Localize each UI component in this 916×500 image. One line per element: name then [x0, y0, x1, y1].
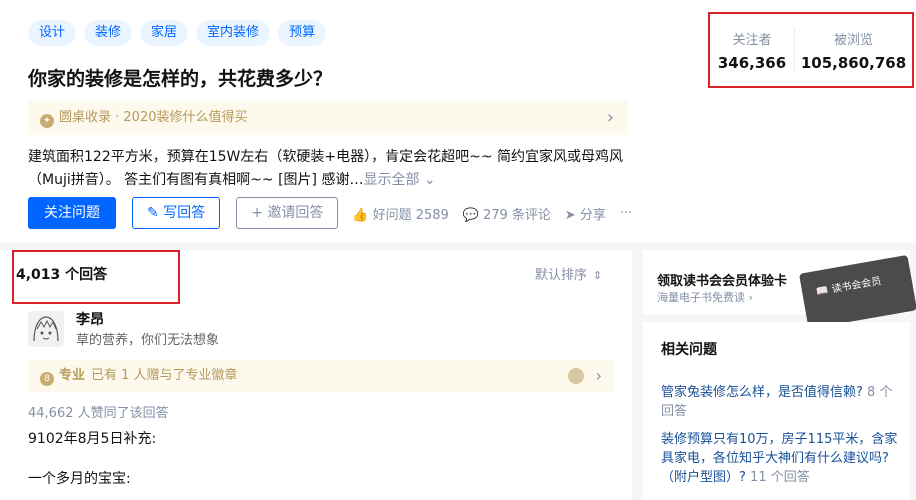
question-detail-text: 建筑面积122平方米，预算在15W左右（软硬装+电器），肯定会花超吧~~ 简约宜…: [28, 149, 624, 188]
followers-stat: 关注者 346,366: [710, 14, 794, 86]
answer-count: 4,013 个回答: [16, 267, 108, 283]
show-all-link[interactable]: 显示全部 ⌄: [363, 172, 435, 188]
answer-text: 一个多月的宝宝:: [28, 471, 131, 487]
related-questions: 相关问题 管家兔装修怎么样，是否值得信赖? 8 个回答 装修预算只有10万，房子…: [643, 322, 910, 500]
related-title: 相关问题: [661, 342, 717, 358]
related-item[interactable]: 装修预算只有10万，房子115平米，含家具家电，各位知乎大神们有什么建议吗?（附…: [661, 430, 901, 487]
card-title: 领取读书会会员体验卡: [657, 274, 788, 289]
author-name[interactable]: 李昂: [76, 309, 104, 329]
comment-icon: 💬: [462, 207, 479, 223]
roundtable-icon: ✦: [40, 114, 54, 128]
question-stats: 关注者 346,366 被浏览 105,860,768: [708, 12, 914, 88]
followers-count: 346,366: [717, 53, 787, 72]
good-question-button[interactable]: 👍 好问题 2589: [352, 204, 448, 223]
answer-text: 9102年8月5日补充:: [28, 431, 157, 447]
follow-question-button[interactable]: 关注问题: [28, 197, 116, 229]
comments-button[interactable]: 💬 279 条评论: [463, 204, 551, 223]
card-subtitle[interactable]: 海量电子书免费读 ›: [657, 289, 753, 305]
topic-tag[interactable]: 室内装修: [196, 20, 271, 46]
thumbs-up-icon: 👍: [352, 207, 369, 223]
topic-tags: 设计 装修 家居 室内装修 预算: [28, 20, 327, 46]
sort-dropdown[interactable]: 默认排序 ⇕: [535, 264, 602, 283]
question-header: 设计 装修 家居 室内装修 预算 你家的装修是怎样的，共花费多少？ ✦ 圆桌收录 …: [0, 0, 916, 242]
chevron-right-icon: ›: [606, 107, 614, 128]
related-item[interactable]: 管家兔装修怎么样，是否值得信赖? 8 个回答: [661, 383, 901, 421]
pencil-icon: ✎: [147, 205, 164, 221]
roundtable-label: 圆桌收录 · 2020装修什么值得买: [59, 110, 248, 125]
badge-title: 专业: [59, 368, 86, 383]
related-answer-count: 11 个回答: [750, 470, 810, 485]
related-list: 管家兔装修怎么样，是否值得信赖? 8 个回答 装修预算只有10万，房子115平米…: [661, 383, 901, 496]
share-button[interactable]: ➤ 分享: [565, 204, 606, 223]
chevron-right-icon: ›: [595, 366, 602, 385]
views-stat: 被浏览 105,860,768: [795, 14, 912, 86]
membership-card-image: 📖 读书会会员: [798, 254, 916, 330]
topic-tag[interactable]: 家居: [140, 20, 189, 46]
topic-tag[interactable]: 装修: [84, 20, 133, 46]
badge-bar[interactable]: 8 专业 已有 1 人赠与了专业徽章 ›: [28, 360, 614, 392]
add-person-icon: +: [251, 205, 268, 221]
invite-answer-button[interactable]: + 邀请回答: [236, 197, 339, 229]
topic-tag[interactable]: 预算: [278, 20, 327, 46]
upvote-count: 44,662 人赞同了该回答: [28, 406, 169, 421]
followers-label: 关注者: [732, 32, 772, 48]
badge-text: 已有 1 人赠与了专业徽章: [91, 368, 238, 383]
share-icon: ➤: [564, 207, 576, 223]
avatar[interactable]: [28, 311, 64, 347]
author-bio: 草的营养，你们无法想象: [76, 333, 220, 348]
related-question[interactable]: 管家兔装修怎么样，是否值得信赖?: [661, 385, 863, 400]
reading-club-card[interactable]: 领取读书会会员体验卡 海量电子书免费读 › 📖 读书会会员: [643, 250, 916, 330]
question-actions: 关注问题 ✎ 写回答 + 邀请回答 👍 好问题 2589 💬 279 条评论 ➤ 分享…: [28, 197, 632, 229]
question-detail: 建筑面积122平方米，预算在15W左右（软硬装+电器），肯定会花超吧~~ 简约宜…: [28, 146, 628, 192]
answer-list: 4,013 个回答 默认排序 ⇕ 李昂 草的营养，你们无法想象 8 专业 已有 1 人…: [0, 250, 632, 500]
topic-tag[interactable]: 设计: [28, 20, 77, 46]
write-answer-button[interactable]: ✎ 写回答: [132, 197, 221, 229]
sort-toggle-icon: ⇕: [593, 269, 603, 282]
views-label: 被浏览: [833, 32, 873, 48]
views-count: 105,860,768: [800, 53, 907, 72]
book-icon: 📖: [815, 284, 833, 299]
badge-giver-avatar: [568, 368, 584, 384]
badge-medal-icon: 8: [40, 372, 54, 386]
more-button[interactable]: ···: [620, 206, 632, 221]
roundtable-banner[interactable]: ✦ 圆桌收录 · 2020装修什么值得买 ›: [28, 101, 628, 135]
question-title: 你家的装修是怎样的，共花费多少？: [28, 68, 333, 90]
